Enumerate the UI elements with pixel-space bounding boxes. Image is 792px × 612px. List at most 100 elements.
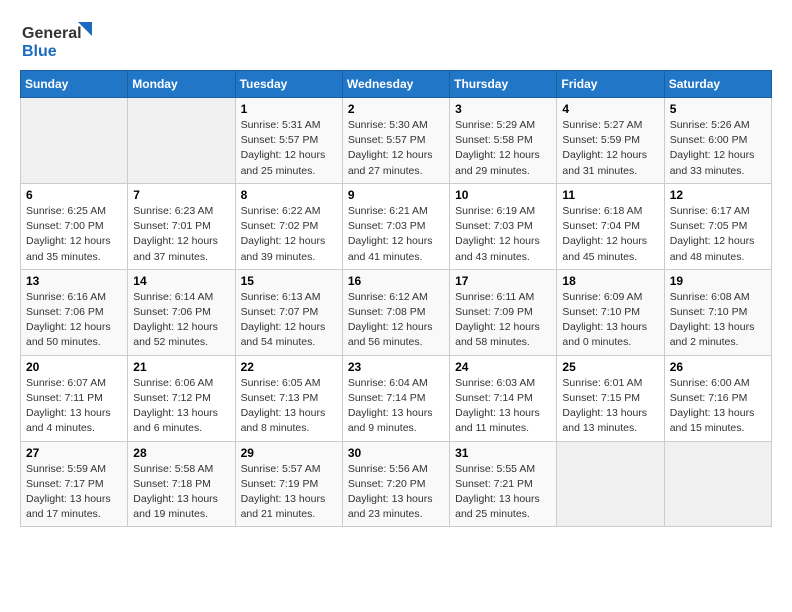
day-number: 23	[348, 360, 444, 374]
day-number: 2	[348, 102, 444, 116]
day-info: Sunrise: 6:17 AM Sunset: 7:05 PM Dayligh…	[670, 204, 766, 265]
day-number: 5	[670, 102, 766, 116]
day-info: Sunrise: 6:22 AM Sunset: 7:02 PM Dayligh…	[241, 204, 337, 265]
day-number: 7	[133, 188, 229, 202]
day-info: Sunrise: 5:26 AM Sunset: 6:00 PM Dayligh…	[670, 118, 766, 179]
calendar-cell: 5 Sunrise: 5:26 AM Sunset: 6:00 PM Daylig…	[664, 98, 771, 184]
calendar-cell: 1 Sunrise: 5:31 AM Sunset: 5:57 PM Daylig…	[235, 98, 342, 184]
day-number: 18	[562, 274, 658, 288]
day-header-monday: Monday	[128, 71, 235, 98]
day-number: 21	[133, 360, 229, 374]
day-number: 28	[133, 446, 229, 460]
calendar-cell: 8 Sunrise: 6:22 AM Sunset: 7:02 PM Daylig…	[235, 183, 342, 269]
day-info: Sunrise: 6:05 AM Sunset: 7:13 PM Dayligh…	[241, 376, 337, 437]
day-info: Sunrise: 6:16 AM Sunset: 7:06 PM Dayligh…	[26, 290, 122, 351]
calendar-cell: 29 Sunrise: 5:57 AM Sunset: 7:19 PM Dayli…	[235, 441, 342, 527]
day-number: 1	[241, 102, 337, 116]
calendar-cell: 19Sunrise: 6:08 AM Sunset: 7:10 PM Dayli…	[664, 269, 771, 355]
day-number: 24	[455, 360, 551, 374]
calendar-table: SundayMondayTuesdayWednesdayThursdayFrid…	[20, 70, 772, 527]
calendar-cell: 22 Sunrise: 6:05 AM Sunset: 7:13 PM Dayli…	[235, 355, 342, 441]
calendar-week-5: 27 Sunrise: 5:59 AM Sunset: 7:17 PM Dayli…	[21, 441, 772, 527]
day-info: Sunrise: 6:23 AM Sunset: 7:01 PM Dayligh…	[133, 204, 229, 265]
day-info: Sunrise: 5:30 AM Sunset: 5:57 PM Dayligh…	[348, 118, 444, 179]
calendar-week-4: 20Sunrise: 6:07 AM Sunset: 7:11 PM Dayli…	[21, 355, 772, 441]
day-header-tuesday: Tuesday	[235, 71, 342, 98]
day-number: 11	[562, 188, 658, 202]
day-number: 31	[455, 446, 551, 460]
calendar-cell: 14 Sunrise: 6:14 AM Sunset: 7:06 PM Dayli…	[128, 269, 235, 355]
calendar-cell: 25Sunrise: 6:01 AM Sunset: 7:15 PM Dayli…	[557, 355, 664, 441]
calendar-cell: 21 Sunrise: 6:06 AM Sunset: 7:12 PM Dayli…	[128, 355, 235, 441]
calendar-cell: 20Sunrise: 6:07 AM Sunset: 7:11 PM Dayli…	[21, 355, 128, 441]
day-number: 29	[241, 446, 337, 460]
calendar-cell: 13Sunrise: 6:16 AM Sunset: 7:06 PM Dayli…	[21, 269, 128, 355]
day-number: 16	[348, 274, 444, 288]
day-info: Sunrise: 6:04 AM Sunset: 7:14 PM Dayligh…	[348, 376, 444, 437]
day-info: Sunrise: 5:31 AM Sunset: 5:57 PM Dayligh…	[241, 118, 337, 179]
calendar-cell: 18 Sunrise: 6:09 AM Sunset: 7:10 PM Dayli…	[557, 269, 664, 355]
day-number: 12	[670, 188, 766, 202]
svg-text:General: General	[22, 25, 82, 42]
day-info: Sunrise: 6:14 AM Sunset: 7:06 PM Dayligh…	[133, 290, 229, 351]
calendar-cell: 28 Sunrise: 5:58 AM Sunset: 7:18 PM Dayli…	[128, 441, 235, 527]
day-info: Sunrise: 6:09 AM Sunset: 7:10 PM Dayligh…	[562, 290, 658, 351]
day-info: Sunrise: 5:57 AM Sunset: 7:19 PM Dayligh…	[241, 462, 337, 523]
page-header: GeneralBlue	[20, 20, 772, 60]
day-header-sunday: Sunday	[21, 71, 128, 98]
day-number: 6	[26, 188, 122, 202]
day-number: 26	[670, 360, 766, 374]
day-info: Sunrise: 6:13 AM Sunset: 7:07 PM Dayligh…	[241, 290, 337, 351]
calendar-cell	[128, 98, 235, 184]
day-number: 15	[241, 274, 337, 288]
day-info: Sunrise: 6:06 AM Sunset: 7:12 PM Dayligh…	[133, 376, 229, 437]
day-info: Sunrise: 6:12 AM Sunset: 7:08 PM Dayligh…	[348, 290, 444, 351]
calendar-cell: 31 Sunrise: 5:55 AM Sunset: 7:21 PM Dayli…	[450, 441, 557, 527]
calendar-cell: 30Sunrise: 5:56 AM Sunset: 7:20 PM Dayli…	[342, 441, 449, 527]
calendar-week-1: 1 Sunrise: 5:31 AM Sunset: 5:57 PM Daylig…	[21, 98, 772, 184]
day-info: Sunrise: 6:08 AM Sunset: 7:10 PM Dayligh…	[670, 290, 766, 351]
day-info: Sunrise: 5:56 AM Sunset: 7:20 PM Dayligh…	[348, 462, 444, 523]
calendar-cell: 27 Sunrise: 5:59 AM Sunset: 7:17 PM Dayli…	[21, 441, 128, 527]
calendar-cell: 17Sunrise: 6:11 AM Sunset: 7:09 PM Dayli…	[450, 269, 557, 355]
day-info: Sunrise: 6:03 AM Sunset: 7:14 PM Dayligh…	[455, 376, 551, 437]
header-row: SundayMondayTuesdayWednesdayThursdayFrid…	[21, 71, 772, 98]
calendar-cell: 3Sunrise: 5:29 AM Sunset: 5:58 PM Daylig…	[450, 98, 557, 184]
day-info: Sunrise: 5:59 AM Sunset: 7:17 PM Dayligh…	[26, 462, 122, 523]
day-header-friday: Friday	[557, 71, 664, 98]
day-info: Sunrise: 6:25 AM Sunset: 7:00 PM Dayligh…	[26, 204, 122, 265]
calendar-cell: 2 Sunrise: 5:30 AM Sunset: 5:57 PM Daylig…	[342, 98, 449, 184]
calendar-cell: 24 Sunrise: 6:03 AM Sunset: 7:14 PM Dayli…	[450, 355, 557, 441]
day-info: Sunrise: 5:55 AM Sunset: 7:21 PM Dayligh…	[455, 462, 551, 523]
day-info: Sunrise: 6:11 AM Sunset: 7:09 PM Dayligh…	[455, 290, 551, 351]
calendar-cell: 10 Sunrise: 6:19 AM Sunset: 7:03 PM Dayli…	[450, 183, 557, 269]
calendar-cell	[557, 441, 664, 527]
day-number: 22	[241, 360, 337, 374]
calendar-cell: 4Sunrise: 5:27 AM Sunset: 5:59 PM Daylig…	[557, 98, 664, 184]
calendar-week-2: 6 Sunrise: 6:25 AM Sunset: 7:00 PM Daylig…	[21, 183, 772, 269]
day-number: 10	[455, 188, 551, 202]
day-header-thursday: Thursday	[450, 71, 557, 98]
day-header-wednesday: Wednesday	[342, 71, 449, 98]
calendar-cell: 11 Sunrise: 6:18 AM Sunset: 7:04 PM Dayli…	[557, 183, 664, 269]
calendar-cell	[21, 98, 128, 184]
calendar-cell: 6 Sunrise: 6:25 AM Sunset: 7:00 PM Daylig…	[21, 183, 128, 269]
day-number: 4	[562, 102, 658, 116]
calendar-cell: 26Sunrise: 6:00 AM Sunset: 7:16 PM Dayli…	[664, 355, 771, 441]
day-info: Sunrise: 6:19 AM Sunset: 7:03 PM Dayligh…	[455, 204, 551, 265]
day-number: 8	[241, 188, 337, 202]
day-info: Sunrise: 6:01 AM Sunset: 7:15 PM Dayligh…	[562, 376, 658, 437]
calendar-cell: 12 Sunrise: 6:17 AM Sunset: 7:05 PM Dayli…	[664, 183, 771, 269]
calendar-week-3: 13Sunrise: 6:16 AM Sunset: 7:06 PM Dayli…	[21, 269, 772, 355]
logo-icon: GeneralBlue	[20, 20, 100, 60]
day-info: Sunrise: 5:29 AM Sunset: 5:58 PM Dayligh…	[455, 118, 551, 179]
day-info: Sunrise: 5:58 AM Sunset: 7:18 PM Dayligh…	[133, 462, 229, 523]
day-info: Sunrise: 6:21 AM Sunset: 7:03 PM Dayligh…	[348, 204, 444, 265]
day-info: Sunrise: 6:18 AM Sunset: 7:04 PM Dayligh…	[562, 204, 658, 265]
calendar-cell: 23 Sunrise: 6:04 AM Sunset: 7:14 PM Dayli…	[342, 355, 449, 441]
day-number: 27	[26, 446, 122, 460]
day-number: 14	[133, 274, 229, 288]
calendar-cell: 15 Sunrise: 6:13 AM Sunset: 7:07 PM Dayli…	[235, 269, 342, 355]
calendar-cell: 7 Sunrise: 6:23 AM Sunset: 7:01 PM Daylig…	[128, 183, 235, 269]
calendar-cell: 9Sunrise: 6:21 AM Sunset: 7:03 PM Daylig…	[342, 183, 449, 269]
